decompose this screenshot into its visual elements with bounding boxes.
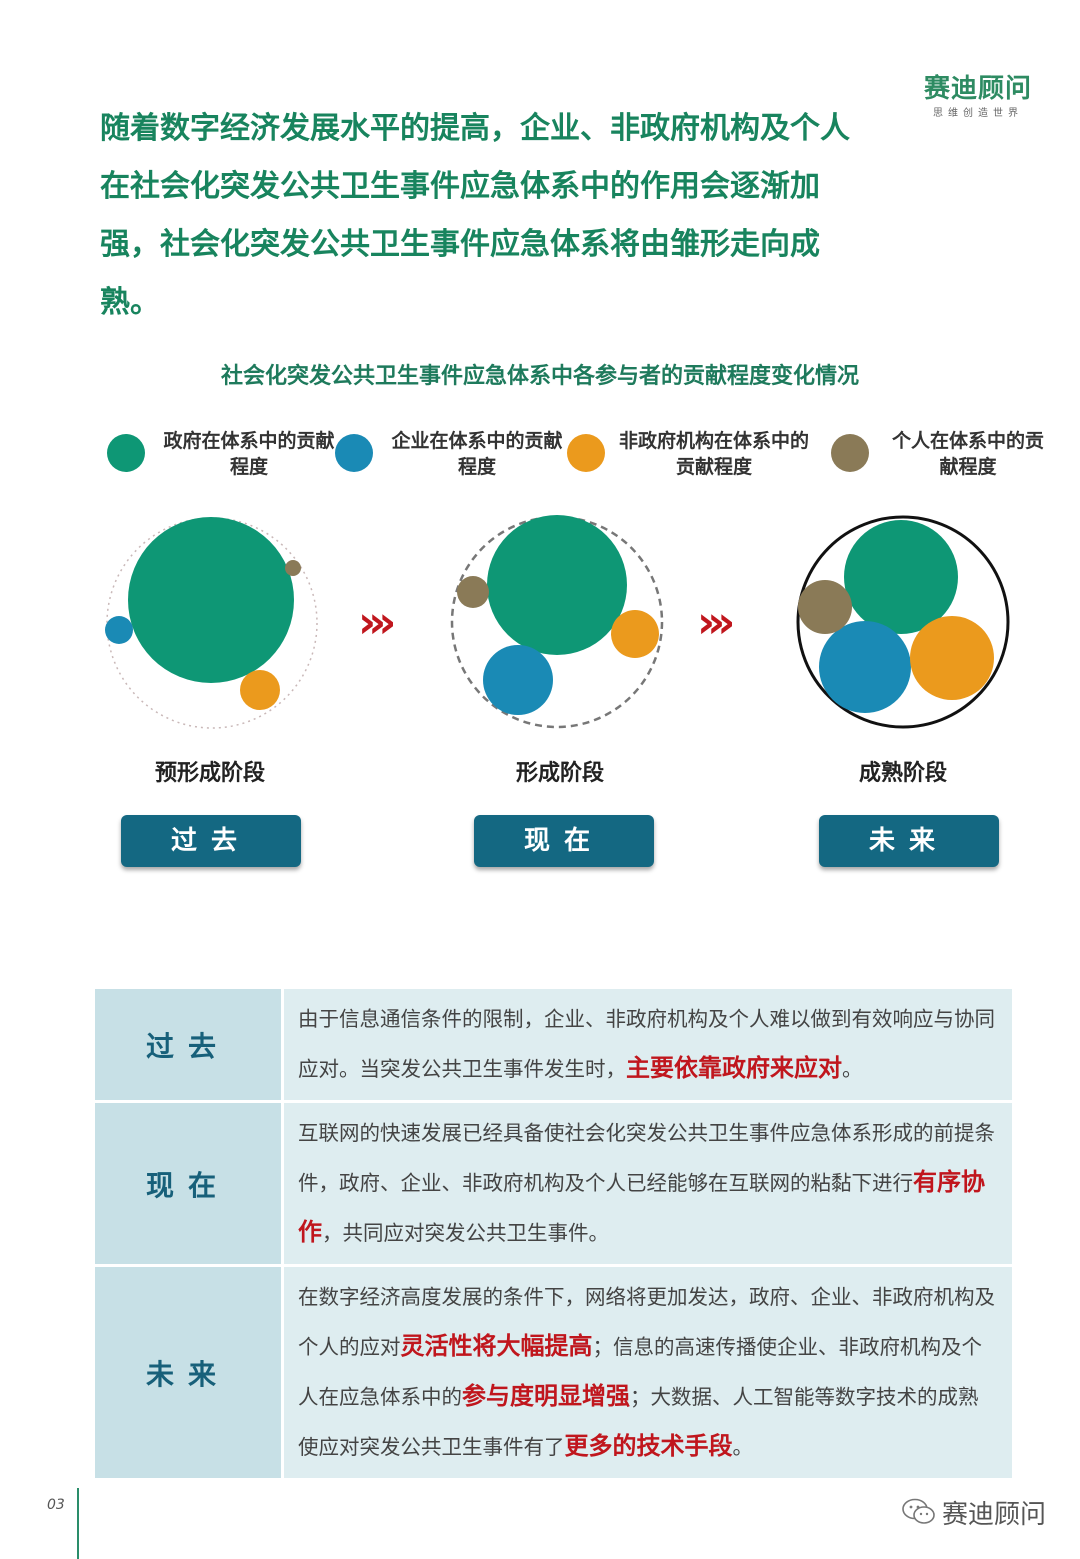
table-row-past: 过去 由于信息通信条件的限制，企业、非政府机构及个人难以做到有效响应与协同应对。… — [92, 986, 1015, 1103]
desc-cell-past: 由于信息通信条件的限制，企业、非政府机构及个人难以做到有效响应与协同应对。当突发… — [281, 986, 1015, 1103]
desc-text: 。 — [842, 1057, 863, 1081]
legend-dot-enterprise — [335, 434, 373, 472]
stage-label-present: 形成阶段 — [515, 761, 604, 786]
bubble-enterprise — [105, 616, 133, 644]
chevron-right-icon: ››› — [358, 597, 397, 648]
desc-text: 。 — [732, 1435, 754, 1459]
chart-title: 社会化突发公共卫生事件应急体系中各参与者的贡献程度变化情况 — [220, 364, 859, 389]
bubble-individual — [285, 560, 301, 576]
page-number: 03 — [47, 1497, 65, 1513]
legend-label-enterprise: 企业在体系中的贡献程度 — [391, 430, 563, 478]
bubble-enterprise — [819, 621, 911, 713]
era-future-button: 未来 — [819, 815, 999, 867]
highlight-text: 灵活性将大幅提高 — [400, 1332, 593, 1360]
bubble-ngo — [910, 616, 994, 700]
chevron-right-icon: ››› — [697, 597, 736, 648]
table-row-future: 未来 在数字经济高度发展的条件下，网络将更加发达，政府、企业、非政府机构及个人的… — [92, 1264, 1015, 1481]
desc-cell-present: 互联网的快速发展已经具备使社会化突发公共卫生事件应急体系形成的前提条件，政府、企… — [281, 1100, 1015, 1267]
era-cell-future: 未来 — [92, 1264, 284, 1481]
logo-name: 赛迪顾问 — [923, 74, 1032, 104]
era-past-button: 过去 — [121, 815, 301, 867]
bubble-ngo — [611, 610, 659, 658]
era-present-button: 现在 — [474, 815, 654, 867]
desc-text: 互联网的快速发展已经具备使社会化突发公共卫生事件应急体系形成的前提条件，政府、企… — [298, 1121, 995, 1195]
highlight-text: 参与度明显增强 — [462, 1382, 630, 1410]
bubble-individual — [457, 576, 489, 608]
wechat-account: 赛迪顾问 — [902, 1494, 1046, 1533]
wechat-name: 赛迪顾问 — [941, 1500, 1046, 1530]
footer-divider — [77, 1488, 79, 1559]
bubble-individual — [798, 580, 852, 634]
highlight-text: 更多的技术手段 — [564, 1432, 733, 1460]
logo-tagline: 思维创造世界 — [932, 108, 1023, 119]
highlight-text: 主要依靠政府来应对 — [626, 1054, 842, 1082]
legend-label-government: 政府在体系中的贡献程度 — [163, 430, 335, 478]
table-row-present: 现在 互联网的快速发展已经具备使社会化突发公共卫生事件应急体系形成的前提条件，政… — [92, 1100, 1015, 1267]
bubble-enterprise — [483, 645, 553, 715]
desc-text: ，共同应对突发公共卫生事件。 — [322, 1221, 609, 1245]
stage-present-bubbles — [450, 515, 664, 729]
era-cell-present: 现在 — [92, 1100, 284, 1267]
stage-label-past: 预形成阶段 — [154, 761, 265, 786]
headline: 随着数字经济发展水平的提高，企业、非政府机构及个人在社会化突发公共卫生事件应急体… — [100, 111, 850, 320]
stage-label-future: 成熟阶段 — [858, 761, 947, 786]
stage-past-bubbles — [105, 517, 318, 729]
bubble-ngo — [240, 670, 280, 710]
wechat-icon — [902, 1498, 936, 1533]
era-description-table: 过去 由于信息通信条件的限制，企业、非政府机构及个人难以做到有效响应与协同应对。… — [92, 986, 1015, 1481]
brand-logo: 赛迪顾问 思维创造世界 — [924, 74, 1032, 119]
legend-dot-ngo — [567, 434, 605, 472]
bubble-government — [844, 520, 958, 634]
legend-dot-government — [107, 434, 145, 472]
desc-cell-future: 在数字经济高度发展的条件下，网络将更加发达，政府、企业、非政府机构及个人的应对灵… — [281, 1264, 1015, 1481]
legend-label-individual: 个人在体系中的贡献程度 — [891, 430, 1044, 478]
bubble-government — [487, 515, 627, 655]
era-cell-past: 过去 — [92, 986, 284, 1103]
legend-label-ngo: 非政府机构在体系中的贡献程度 — [619, 430, 810, 478]
bubble-government — [128, 517, 294, 683]
stage-future-bubbles — [796, 515, 1010, 729]
legend-dot-individual — [831, 434, 869, 472]
